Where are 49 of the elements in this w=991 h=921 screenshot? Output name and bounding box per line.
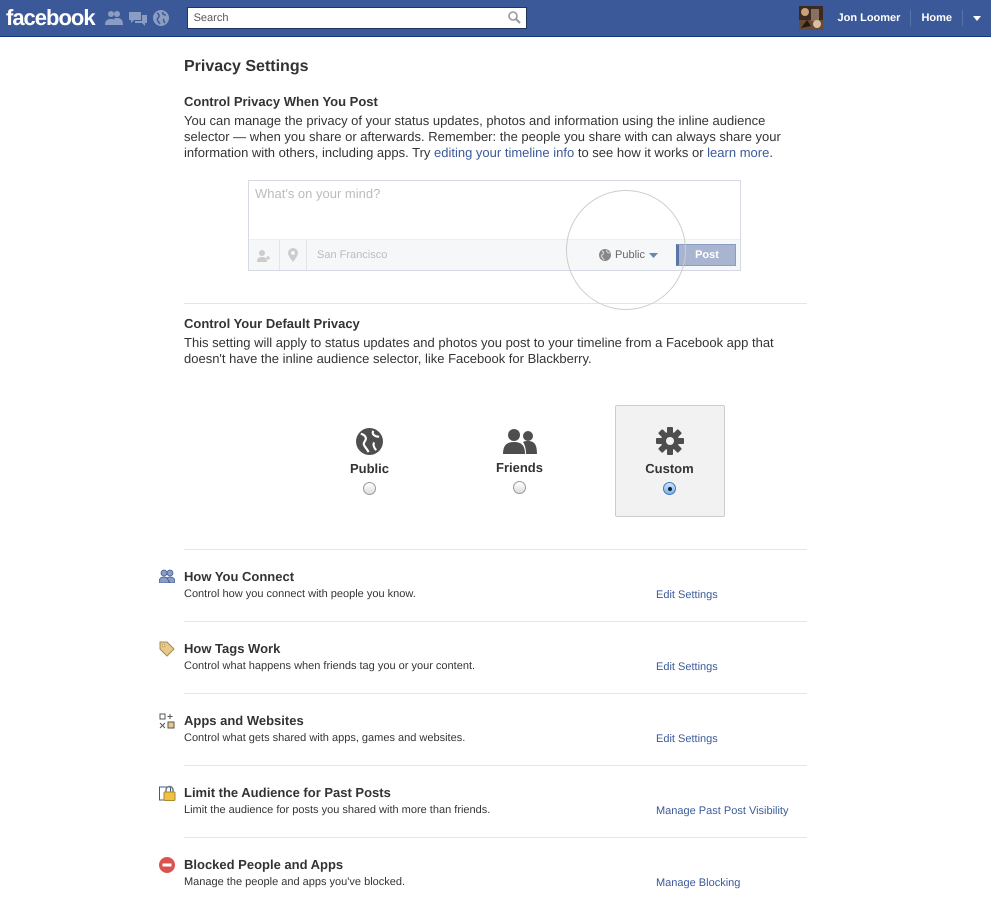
globe-icon: [356, 428, 383, 454]
setting-title: How Tags Work: [184, 641, 282, 656]
setting-title: Blocked People and Apps: [184, 857, 344, 872]
setting-description: Limit the audience for posts you shared with more than friends.: [184, 804, 492, 816]
friends-icon[interactable]: [104, 10, 123, 26]
privacy-option[interactable]: Custom: [614, 405, 724, 517]
search-field[interactable]: Search: [186, 7, 527, 29]
settings-link[interactable]: Edit Settings: [656, 589, 718, 621]
setting-title: Apps and Websites: [184, 713, 305, 728]
tag-icon: [159, 641, 175, 657]
intro-text: You can manage the privacy of your status updates, photos and information using the inline audience selector — when you share or afterwards. Remember: the people you share with can always share your information with others, including apps. Try editing your timeline info to see how it works or learn more.: [184, 113, 782, 161]
location-pin-icon[interactable]: [288, 248, 298, 262]
settings-link[interactable]: Manage Past Post Visibility: [656, 805, 788, 837]
setting-description: Control what gets shared with apps, games and websites.: [184, 732, 466, 744]
privacy-option[interactable]: Friends: [464, 405, 574, 517]
setting-title: Limit the Audience for Past Posts: [184, 785, 392, 800]
lock-icon: [159, 785, 176, 801]
apps-icon: [159, 713, 175, 729]
setting-description: Control how you connect with people you know.: [184, 588, 417, 600]
caret-icon[interactable]: [973, 16, 981, 20]
home-link[interactable]: Home: [915, 12, 958, 24]
inline-link[interactable]: learn more: [707, 145, 770, 160]
radio-button[interactable]: [513, 481, 526, 494]
inline-link[interactable]: editing your timeline info: [434, 145, 574, 160]
radio-button[interactable]: [663, 482, 676, 495]
settings-link[interactable]: Manage Blocking: [656, 877, 740, 909]
messages-icon[interactable]: [128, 10, 147, 26]
setting-description: Manage the people and apps you've blocked.: [184, 876, 406, 888]
privacy-option[interactable]: Public: [314, 405, 424, 517]
blocked-icon: [159, 857, 175, 873]
settings-link[interactable]: Edit Settings: [656, 733, 718, 765]
setting-title: How You Connect: [184, 569, 296, 584]
section-heading: Control Your Default Privacy: [184, 316, 361, 331]
friends-icon: [502, 428, 536, 454]
globe-icon[interactable]: [152, 10, 169, 26]
section-description: This setting will apply to status updates and photos you post to your timeline from a Facebook app that doesn't have the inline audience selector, like Facebook for Blackberry.: [184, 335, 775, 367]
page-title: Privacy Settings: [184, 58, 310, 76]
radio-button[interactable]: [363, 482, 376, 494]
search-icon[interactable]: [508, 11, 521, 24]
audience-selector[interactable]: Public: [599, 249, 658, 261]
profile-link[interactable]: Jon Loomer: [831, 12, 906, 24]
people-icon: [159, 569, 175, 583]
add-person-icon[interactable]: [257, 248, 271, 262]
caret-icon: [649, 252, 658, 258]
section-heading: Control Privacy When You Post: [184, 94, 379, 109]
settings-link[interactable]: Edit Settings: [656, 661, 718, 693]
globe-icon: [599, 249, 612, 261]
logo[interactable]: facebook: [6, 5, 95, 31]
setting-description: Control what happens when friends tag you or your content.: [184, 660, 476, 672]
